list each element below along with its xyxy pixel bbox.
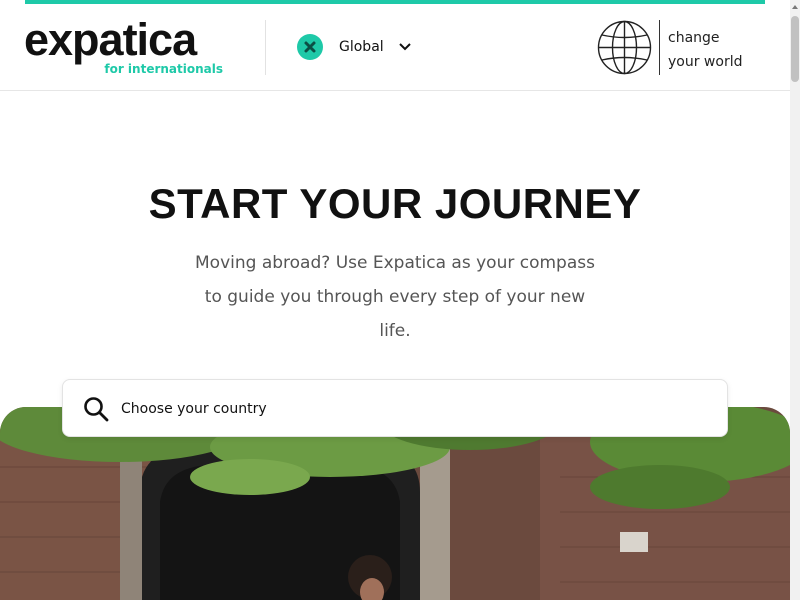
change-world-line2: your world <box>668 54 743 70</box>
change-world-link[interactable]: change your world <box>668 26 742 74</box>
chevron-down-icon <box>398 43 411 51</box>
logo-tagline: for internationals <box>104 62 223 76</box>
scroll-up-arrow-icon[interactable] <box>790 0 800 14</box>
hero-subtitle: Moving abroad? Use Expatica as your comp… <box>195 253 595 341</box>
country-search-input[interactable] <box>119 396 703 422</box>
header-divider <box>265 20 266 75</box>
page-scrollbar[interactable] <box>790 0 800 600</box>
site-header: expatica for internationals Global chang… <box>0 4 790 91</box>
expatica-logo[interactable]: expatica for internationals <box>24 16 229 78</box>
country-search-box[interactable] <box>62 379 728 437</box>
change-world-divider <box>659 20 660 75</box>
search-icon <box>84 397 109 422</box>
x-close-icon <box>297 34 323 60</box>
globe-icon[interactable] <box>597 20 652 75</box>
region-selector[interactable]: Global <box>297 34 412 60</box>
region-label: Global <box>339 39 384 55</box>
scrollbar-thumb[interactable] <box>791 16 799 82</box>
logo-wordmark: expatica <box>24 14 197 65</box>
change-world-line1: change <box>668 30 720 46</box>
hero-title: START YOUR JOURNEY <box>148 180 642 227</box>
